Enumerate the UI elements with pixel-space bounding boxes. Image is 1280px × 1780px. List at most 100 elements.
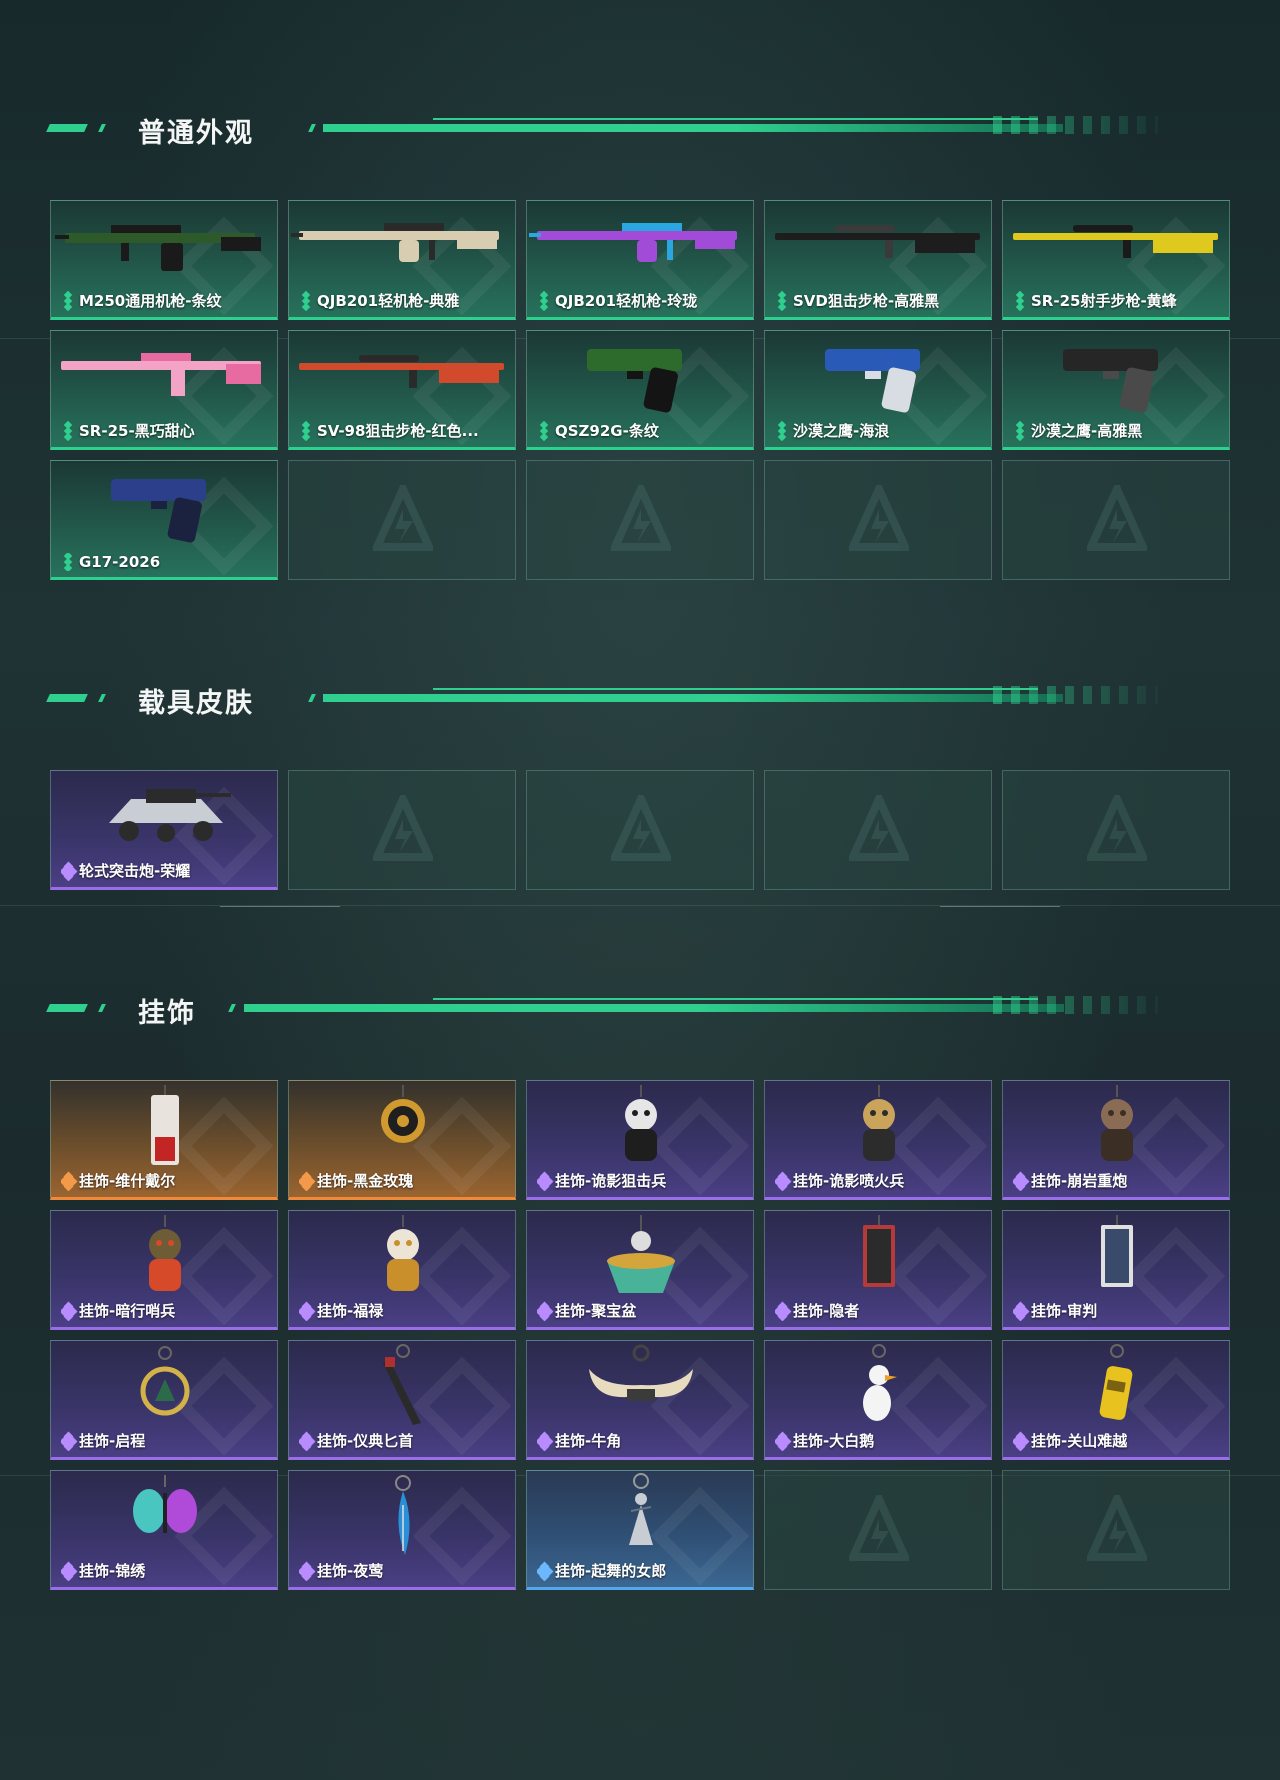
item-image xyxy=(51,1211,277,1307)
decor-line xyxy=(940,906,1060,907)
item-image xyxy=(1003,331,1229,427)
page: 普通外观 M250通用机枪-条纹 QJB201轻机枪-典雅 QJB201轻机枪-… xyxy=(0,0,1280,1780)
item-image xyxy=(1003,1341,1229,1437)
item-name: 挂饰-牛角 xyxy=(555,1432,622,1450)
rarity-diamond-icon xyxy=(1013,290,1027,311)
item-card[interactable]: 轮式突击炮-荣耀 xyxy=(50,770,278,890)
rarity-diamond-icon xyxy=(1013,1431,1030,1451)
rarity-diamond-icon xyxy=(61,861,78,881)
header-line xyxy=(433,688,1038,690)
item-name: 轮式突击炮-荣耀 xyxy=(79,862,191,880)
rarity-diamond-icon xyxy=(1013,420,1027,441)
item-card[interactable]: 挂饰-诡影喷火兵 xyxy=(764,1080,992,1200)
item-card[interactable]: QJB201轻机枪-典雅 xyxy=(288,200,516,320)
item-card[interactable]: 挂饰-关山难越 xyxy=(1002,1340,1230,1460)
item-card[interactable]: 挂饰-起舞的女郎 xyxy=(526,1470,754,1590)
item-image xyxy=(289,1341,515,1437)
item-name: 挂饰-审判 xyxy=(1031,1302,1098,1320)
item-name: SR-25-黑巧甜心 xyxy=(79,422,195,440)
item-label-row: 挂饰-诡影喷火兵 xyxy=(775,1170,985,1191)
item-image xyxy=(1003,1081,1229,1177)
placeholder-logo-icon xyxy=(846,789,912,865)
item-label-row: SV-98狙击步枪-红色... xyxy=(299,420,509,441)
item-image xyxy=(527,201,753,297)
header-line xyxy=(323,694,1063,702)
item-label-row: QJB201轻机枪-典雅 xyxy=(299,290,509,311)
section-header-charms: 挂饰 xyxy=(46,989,1200,1029)
item-card[interactable]: 挂饰-大白鹅 xyxy=(764,1340,992,1460)
item-card[interactable]: G17-2026 xyxy=(50,460,278,580)
rarity-diamond-icon xyxy=(1013,1171,1030,1191)
item-name: 挂饰-锦绣 xyxy=(79,1562,146,1580)
placeholder-logo-icon xyxy=(1084,789,1150,865)
item-card[interactable]: 挂饰-牛角 xyxy=(526,1340,754,1460)
item-card[interactable]: 挂饰-夜莺 xyxy=(288,1470,516,1590)
item-name: 挂饰-暗行哨兵 xyxy=(79,1302,176,1320)
item-label-row: SR-25射手步枪-黄蜂 xyxy=(1013,290,1223,311)
item-card[interactable]: 沙漠之鹰-高雅黑 xyxy=(1002,330,1230,450)
rarity-diamond-icon xyxy=(775,1431,792,1451)
item-label-row: 挂饰-夜莺 xyxy=(299,1560,509,1581)
item-card[interactable]: SVD狙击步枪-高雅黑 xyxy=(764,200,992,320)
item-card[interactable]: 挂饰-崩岩重炮 xyxy=(1002,1080,1230,1200)
item-card[interactable]: 挂饰-维什戴尔 xyxy=(50,1080,278,1200)
empty-slot xyxy=(526,770,754,890)
item-label-row: SR-25-黑巧甜心 xyxy=(61,420,271,441)
rarity-diamond-icon xyxy=(537,290,551,311)
item-name: QJB201轻机枪-玲珑 xyxy=(555,292,698,310)
item-name: 挂饰-维什戴尔 xyxy=(79,1172,176,1190)
item-card[interactable]: QJB201轻机枪-玲珑 xyxy=(526,200,754,320)
rarity-diamond-icon xyxy=(537,420,551,441)
item-label-row: 挂饰-隐者 xyxy=(775,1300,985,1321)
item-card[interactable]: SR-25-黑巧甜心 xyxy=(50,330,278,450)
item-card[interactable]: 挂饰-福禄 xyxy=(288,1210,516,1330)
item-name: 挂饰-隐者 xyxy=(793,1302,860,1320)
item-card[interactable]: SR-25射手步枪-黄蜂 xyxy=(1002,200,1230,320)
header-accent xyxy=(308,124,316,132)
rarity-diamond-icon xyxy=(537,1431,554,1451)
item-label-row: 挂饰-大白鹅 xyxy=(775,1430,985,1451)
item-card[interactable]: 挂饰-仪典匕首 xyxy=(288,1340,516,1460)
item-label-row: 轮式突击炮-荣耀 xyxy=(61,860,271,881)
rarity-diamond-icon xyxy=(299,1561,316,1581)
item-card[interactable]: M250通用机枪-条纹 xyxy=(50,200,278,320)
item-label-row: 沙漠之鹰-海浪 xyxy=(775,420,985,441)
header-accent xyxy=(228,1004,236,1012)
item-card[interactable]: QSZ92G-条纹 xyxy=(526,330,754,450)
item-label-row: 挂饰-黑金玫瑰 xyxy=(299,1170,509,1191)
item-name: 挂饰-崩岩重炮 xyxy=(1031,1172,1128,1190)
section-header-normal-skins: 普通外观 xyxy=(46,109,1200,149)
item-label-row: 挂饰-诡影狙击兵 xyxy=(537,1170,747,1191)
rarity-diamond-icon xyxy=(61,1301,78,1321)
empty-slot xyxy=(288,460,516,580)
item-card[interactable]: 挂饰-锦绣 xyxy=(50,1470,278,1590)
header-accent xyxy=(46,694,88,702)
item-image xyxy=(289,1471,515,1567)
rarity-diamond-icon xyxy=(61,1171,78,1191)
item-name: 挂饰-大白鹅 xyxy=(793,1432,875,1450)
item-card[interactable]: SV-98狙击步枪-红色... xyxy=(288,330,516,450)
item-card[interactable]: 挂饰-黑金玫瑰 xyxy=(288,1080,516,1200)
rarity-diamond-icon xyxy=(775,420,789,441)
item-image xyxy=(765,1081,991,1177)
item-card[interactable]: 沙漠之鹰-海浪 xyxy=(764,330,992,450)
item-card[interactable]: 挂饰-启程 xyxy=(50,1340,278,1460)
item-name: QSZ92G-条纹 xyxy=(555,422,659,440)
rarity-diamond-icon xyxy=(299,1301,316,1321)
item-card[interactable]: 挂饰-暗行哨兵 xyxy=(50,1210,278,1330)
header-checker xyxy=(993,686,1158,704)
rarity-diamond-icon xyxy=(775,1301,792,1321)
item-label-row: 挂饰-崩岩重炮 xyxy=(1013,1170,1223,1191)
item-image xyxy=(765,201,991,297)
item-name: G17-2026 xyxy=(79,553,161,571)
rarity-diamond-icon xyxy=(61,553,75,571)
item-image xyxy=(527,1211,753,1307)
item-card[interactable]: 挂饰-聚宝盆 xyxy=(526,1210,754,1330)
item-image xyxy=(51,1081,277,1177)
item-card[interactable]: 挂饰-隐者 xyxy=(764,1210,992,1330)
item-image xyxy=(51,1341,277,1437)
item-card[interactable]: 挂饰-审判 xyxy=(1002,1210,1230,1330)
rarity-diamond-icon xyxy=(537,1171,554,1191)
item-card[interactable]: 挂饰-诡影狙击兵 xyxy=(526,1080,754,1200)
empty-slot xyxy=(526,460,754,580)
